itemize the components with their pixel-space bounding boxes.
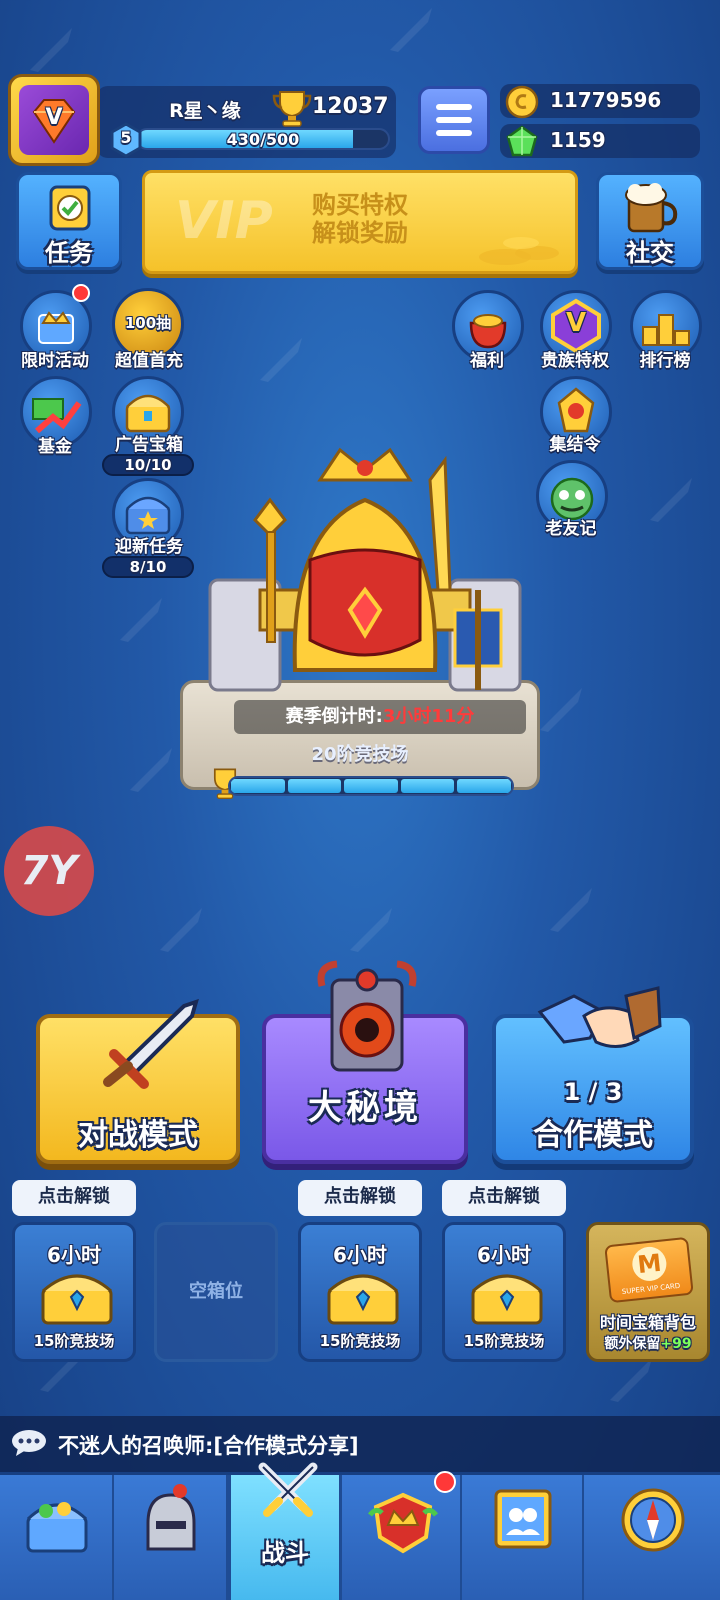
chat-message: 不迷人的召唤师:[合作模式分享] [58,1434,359,1458]
coop-mode-label: 合作模式 [533,1118,653,1153]
arena-progress-segment [457,779,511,793]
countdown-label: 赛季倒计时: [285,706,383,727]
tasks-button[interactable]: 任务 [16,172,122,270]
vip-card-letter: M [630,1245,669,1283]
side-label-rally: 集结令 [549,435,601,455]
floating-assistant-button[interactable]: 7Y [4,826,94,916]
knight-helmet-icon [146,1484,196,1551]
checklist-icon [49,185,91,231]
trophy-count: 12037 [312,94,389,119]
empty-slot-label: 空箱位 [189,1281,243,1302]
treasure-chest-icon [26,1502,88,1553]
side-label-leaderboard: 排行榜 [639,351,691,371]
ad-chest-counter: 10/10 [102,454,194,476]
coop-mode-button[interactable]: 1 / 3 合作模式 [492,986,694,1164]
demon-portal-icon [317,960,417,1072]
crown-shield-icon [368,1492,438,1554]
chest-slot-1[interactable]: 6小时 15阶竞技场 [12,1222,136,1362]
coin-pile-icon [479,237,559,265]
menu-icon-line [436,130,472,136]
chest-slot-3[interactable]: 6小时 15阶竞技场 [298,1222,422,1362]
vip-card-text: SUPER VIP CARD [621,1281,681,1296]
battle-mode-button[interactable]: 对战模式 [36,998,240,1164]
chest-arena: 15阶竞技场 [319,1332,401,1350]
menu-icon-line [436,104,472,110]
arena-progress-segment [231,779,285,793]
gem-amount: 1159 [550,128,606,152]
treasure-chest-icon [41,1274,113,1325]
chest-unlock-tag[interactable]: 点击解锁 [442,1180,566,1216]
nav-shop[interactable] [0,1475,114,1600]
arena-crown-throne-icon [208,447,522,692]
tasks-label: 任务 [45,239,93,267]
countdown-value: 3小时11分 [382,706,475,727]
nav-clan[interactable] [342,1471,462,1600]
gold-coin-icon [505,85,539,119]
trophy-icon [272,91,312,127]
treasure-chest-icon [471,1274,543,1325]
chest-arena: 15阶竞技场 [463,1332,545,1350]
green-gem-icon [506,125,538,157]
dungeon-mode-button[interactable]: 大秘境 [262,960,468,1164]
avatar-gem-icon: V [19,85,89,155]
nav-social[interactable] [462,1475,584,1600]
side-label-newbie-task: 迎新任务 [115,537,183,557]
chest-unlock-tag[interactable]: 点击解锁 [298,1180,422,1216]
super-vip-card-icon: M SUPER VIP CARD [604,1236,694,1304]
extra-keep-value: +99 [660,1336,692,1352]
chat-ticker[interactable]: 不迷人的召唤师:[合作模式分享] [0,1416,720,1472]
time-chest-backpack-button[interactable]: M SUPER VIP CARD 时间宝箱背包 额外保留+99 [586,1222,710,1362]
arena-progress-bar [228,776,514,796]
crossed-swords-icon [258,1462,318,1517]
handshake-icon [537,986,662,1048]
menu-icon-line [436,117,472,123]
coop-count: 1 / 3 [563,1078,623,1106]
arena-name: 20阶竞技场 [311,744,409,765]
battle-mode-label: 对战模式 [78,1118,198,1153]
player-level: 5 [120,128,132,147]
chest-arena: 15阶竞技场 [33,1332,115,1350]
chest-slot-empty: 空箱位 [154,1222,278,1362]
main-menu-button[interactable] [418,86,490,154]
nav-battle[interactable]: 战斗 [228,1462,342,1600]
gold-amount: 11779596 [550,88,662,112]
season-countdown: 赛季倒计时:3小时11分 [234,700,526,734]
arena-progress-segment [287,779,342,793]
avatar-letter: V [45,105,63,130]
time-chest-title: 时间宝箱背包 [599,1313,696,1332]
side-label-first-recharge: 超值首充 [115,351,183,371]
newbie-task-counter: 8/10 [102,556,194,578]
player-avatar[interactable]: V [8,74,100,166]
beer-mug-icon [625,183,678,233]
noble-letter: V [565,308,587,338]
chest-unlock-tag[interactable]: 点击解锁 [12,1180,136,1216]
nav-explore[interactable] [584,1475,720,1600]
dungeon-mode-label: 大秘境 [308,1088,422,1128]
extra-keep-label: 额外保留 [604,1336,661,1352]
bottom-navigation: 战斗 [0,1462,720,1600]
chat-bubble-icon [12,1430,46,1456]
notification-dot [434,1471,456,1493]
compass-icon [621,1488,685,1552]
chest-slot-4[interactable]: 6小时 15阶竞技场 [442,1222,566,1362]
sword-icon [103,998,199,1089]
notification-dot [72,284,90,302]
floating-logo-text: 7Y [20,848,78,894]
social-label: 社交 [626,239,674,267]
side-label-ad-chest: 广告宝箱 [115,435,183,455]
draw-badge: 100抽 [124,314,172,332]
vip-purchase-banner[interactable]: VIP 购买特权 解锁奖励 [142,170,578,274]
nav-battle-label: 战斗 [261,1539,309,1567]
guild-banner-icon [494,1489,552,1549]
nav-heroes[interactable] [114,1475,228,1600]
treasure-chest-icon [327,1274,399,1325]
xp-text: 430/500 [226,130,300,149]
side-label-old-friends: 老友记 [545,519,597,539]
arena-progress-segment [400,779,455,793]
social-button[interactable]: 社交 [596,172,704,270]
arena-progress-segment [344,779,398,793]
player-name: R星丶缘 [169,100,241,122]
